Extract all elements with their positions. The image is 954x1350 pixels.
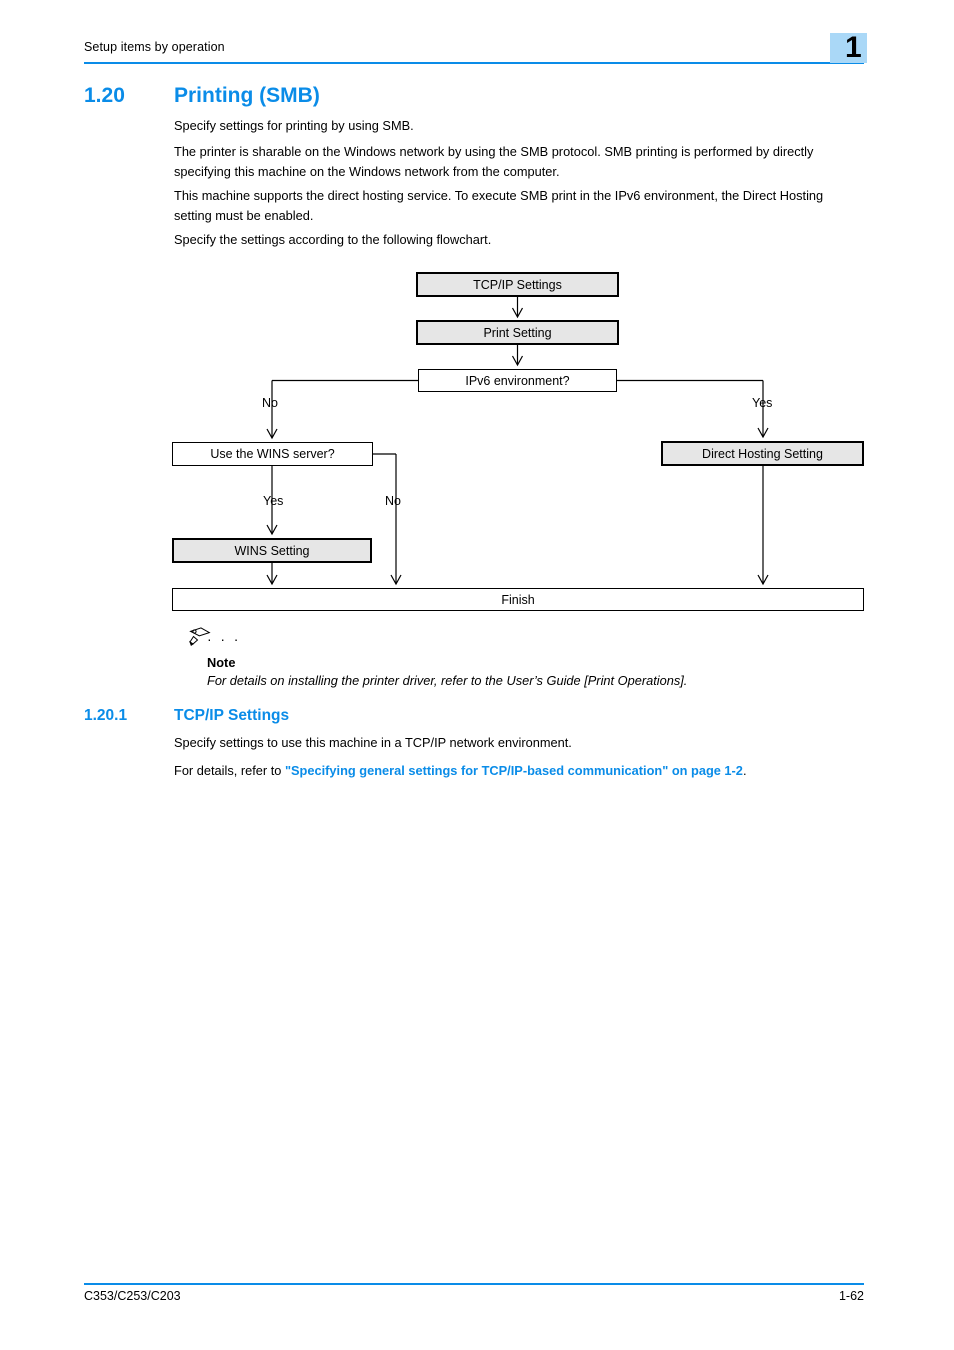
section-number: 1.20 [84, 84, 125, 107]
flow-node-label: WINS Setting [234, 543, 310, 558]
flow-node-label: Print Setting [483, 325, 552, 340]
flow-branch-label-yes-wins: Yes [263, 494, 284, 508]
paragraph-sharable: The printer is sharable on the Windows n… [174, 144, 814, 179]
paragraph-direct-hosting: This machine supports the direct hosting… [174, 188, 824, 223]
flow-node-label: Use the WINS server? [210, 447, 335, 461]
flow-node-print-setting[interactable]: Print Setting [416, 320, 619, 345]
flow-node-label: IPv6 environment? [465, 373, 570, 388]
flow-node-use-wins-server[interactable]: Use the WINS server? [172, 442, 373, 466]
flow-branch-label-no-ipv6: No [262, 396, 278, 410]
document-page: Setup items by operation 1 1.20 Printing … [0, 0, 954, 1350]
subsection-heading: 1.20.1 TCP/IP Settings [84, 707, 884, 725]
subsection-number: 1.20.1 [84, 707, 128, 724]
page-header: Setup items by operation [84, 40, 864, 70]
section-title: Printing (SMB) [174, 84, 320, 107]
reference-suffix: . [742, 763, 747, 778]
flow-node-label: Finish [501, 592, 535, 607]
flow-node-ipv6-environment[interactable]: IPv6 environment? [418, 369, 617, 392]
note-title: Note [207, 655, 236, 670]
paragraph-flowchart-intro: Specify the settings according to the fo… [174, 232, 492, 247]
flow-node-finish[interactable]: Finish [172, 588, 864, 611]
footer-page-number: 1-62 [838, 1289, 864, 1303]
note-dots: · · · [207, 631, 241, 647]
paragraph-intro: Specify settings for printing by using S… [174, 118, 414, 133]
flow-node-label: TCP/IP Settings [473, 277, 562, 292]
footer-divider [84, 1283, 864, 1285]
subsection-paragraph: Specify settings to use this machine in … [174, 735, 572, 750]
subsection-reference: For details, refer to "Specifying genera… [174, 761, 864, 781]
header-title: Setup items by operation [84, 40, 225, 54]
subsection-title: TCP/IP Settings [174, 707, 290, 724]
flow-node-wins-setting[interactable]: WINS Setting [172, 538, 372, 563]
cross-reference-link[interactable]: "Specifying general settings for TCP/IP-… [285, 763, 743, 778]
note-body: For details on installing the printer dr… [207, 673, 688, 688]
header-divider [84, 62, 864, 64]
flow-branch-label-yes-ipv6: Yes [752, 396, 773, 410]
flow-node-tcpip-settings[interactable]: TCP/IP Settings [416, 272, 619, 297]
chapter-number: 1 [845, 31, 862, 64]
flow-node-label: Direct Hosting Setting [702, 446, 823, 461]
flow-branch-label-no-wins: No [385, 494, 401, 508]
section-heading: 1.20 Printing (SMB) [84, 84, 884, 108]
reference-prefix: For details, refer to [174, 763, 285, 778]
flow-node-direct-hosting-setting[interactable]: Direct Hosting Setting [661, 441, 864, 466]
